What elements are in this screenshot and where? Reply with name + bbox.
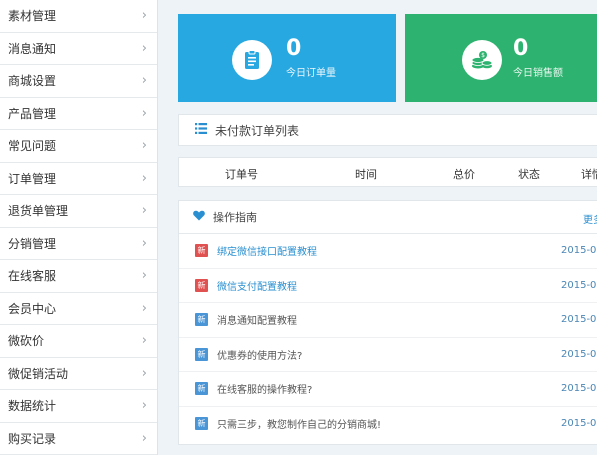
sidebar-item-label: 微促销活动 — [8, 366, 69, 381]
chevron-right-icon: › — [141, 73, 147, 89]
guide-item-date: 2015-06 — [561, 245, 597, 257]
column-order-number: 订单号 — [225, 168, 258, 181]
new-badge: 新 — [195, 417, 208, 431]
chevron-right-icon: › — [141, 300, 147, 316]
unpaid-orders-panel: 未付款订单列表 — [178, 114, 597, 146]
guide-item-date: 2015-06 — [561, 279, 597, 291]
guide-item[interactable]: 新 微信支付配置教程 2015-06 — [179, 269, 597, 303]
sidebar-item-label: 产品管理 — [8, 106, 57, 121]
guide-item-link[interactable]: 只需三步，教您制作自己的分销商城! — [217, 416, 381, 431]
guide-item[interactable]: 新 在线客服的操作教程? 2015-06 — [179, 372, 597, 407]
chevron-right-icon: › — [141, 8, 147, 24]
sidebar-item-orders[interactable]: 订单管理 › — [0, 163, 157, 195]
guide-item-date: 2015-06 — [561, 314, 597, 326]
more-link[interactable]: 更多 — [583, 211, 597, 226]
guide-item-date: 2015-06 — [561, 418, 597, 430]
sidebar-item-mall-settings[interactable]: 商城设置 › — [0, 65, 157, 98]
sidebar-item-distribution[interactable]: 分销管理 › — [0, 228, 157, 260]
orders-table: 订单号 时间 总价 状态 详情 — [178, 157, 597, 187]
sidebar-item-label: 购买记录 — [8, 431, 57, 446]
chevron-right-icon: › — [141, 430, 147, 446]
heart-icon — [193, 210, 205, 224]
guide-item-link[interactable]: 消息通知配置教程 — [217, 312, 297, 327]
chevron-right-icon: › — [141, 268, 147, 284]
sidebar-item-label: 在线客服 — [8, 269, 57, 284]
sidebar-item-label: 数据统计 — [8, 399, 57, 414]
new-badge: 新 — [195, 313, 208, 327]
sidebar-item-label: 素材管理 — [8, 9, 57, 24]
sidebar-item-bargain[interactable]: 微砍价 › — [0, 325, 157, 358]
coins-icon: $ — [462, 40, 502, 80]
clipboard-icon — [232, 40, 272, 80]
column-status: 状态 — [518, 168, 540, 181]
today-sales-label: 今日销售额 — [513, 68, 563, 79]
guide-item-link[interactable]: 微信支付配置教程 — [217, 278, 297, 293]
chevron-right-icon: › — [141, 40, 147, 56]
unpaid-orders-title: 未付款订单列表 — [215, 123, 300, 138]
chevron-right-icon: › — [141, 170, 147, 186]
guide-item[interactable]: 新 消息通知配置教程 2015-06 — [179, 303, 597, 338]
chevron-right-icon: › — [141, 203, 147, 219]
column-total: 总价 — [453, 168, 475, 181]
guide-header: 操作指南 更多 — [179, 201, 597, 234]
guide-item-link[interactable]: 绑定微信接口配置教程 — [217, 243, 317, 258]
guide-item[interactable]: 新 优惠券的使用方法? 2015-06 — [179, 338, 597, 372]
chevron-right-icon: › — [141, 105, 147, 121]
sidebar: 素材管理 › 消息通知 › 商城设置 › 产品管理 › 常见问题 › 订单管理 … — [0, 0, 158, 455]
guide-item-link[interactable]: 优惠券的使用方法? — [217, 347, 302, 362]
list-icon — [195, 123, 207, 137]
today-orders-label: 今日订单量 — [286, 68, 336, 79]
new-badge: 新 — [195, 382, 208, 396]
chevron-right-icon: › — [141, 365, 147, 381]
sidebar-item-label: 常见问题 — [8, 139, 57, 154]
guide-panel: 操作指南 更多 新 绑定微信接口配置教程 2015-06 新 微信支付配置教程 … — [178, 200, 597, 445]
chevron-right-icon: › — [141, 333, 147, 349]
new-badge: 新 — [195, 347, 208, 361]
sidebar-item-faq[interactable]: 常见问题 › — [0, 130, 157, 163]
sidebar-item-label: 商城设置 — [8, 74, 57, 89]
guide-title: 操作指南 — [213, 211, 257, 224]
orders-table-header: 订单号 时间 总价 状态 详情 — [179, 158, 597, 188]
sidebar-item-notifications[interactable]: 消息通知 › — [0, 33, 157, 65]
guide-item[interactable]: 新 绑定微信接口配置教程 2015-06 — [179, 234, 597, 269]
stats-row: 0 今日订单量 $ 0 今日销售额 — [178, 14, 597, 102]
new-badge: 新 — [195, 278, 208, 292]
sidebar-item-label: 分销管理 — [8, 236, 57, 251]
guide-item-link[interactable]: 在线客服的操作教程? — [217, 381, 312, 396]
guide-item[interactable]: 新 只需三步，教您制作自己的分销商城! 2015-06 — [179, 407, 597, 442]
column-details: 详情 — [581, 168, 597, 181]
main-content: 0 今日订单量 $ 0 今日销售额 未付款订单列表 订单号 时间 总价 状态 详… — [158, 0, 597, 455]
sidebar-item-label: 会员中心 — [8, 301, 57, 316]
today-sales-value: 0 — [513, 36, 529, 61]
sidebar-item-label: 订单管理 — [8, 171, 57, 186]
chevron-right-icon: › — [141, 138, 147, 154]
sidebar-item-promotions[interactable]: 微促销活动 › — [0, 358, 157, 390]
sidebar-item-purchases[interactable]: 购买记录 › — [0, 423, 157, 455]
sidebar-item-label: 退货单管理 — [8, 204, 69, 219]
sidebar-item-label: 微砍价 — [8, 334, 45, 349]
today-sales-card[interactable]: $ 0 今日销售额 — [405, 14, 597, 102]
column-time: 时间 — [355, 168, 377, 181]
sidebar-item-members[interactable]: 会员中心 › — [0, 293, 157, 325]
sidebar-item-materials[interactable]: 素材管理 › — [0, 0, 157, 33]
chevron-right-icon: › — [141, 398, 147, 414]
sidebar-item-products[interactable]: 产品管理 › — [0, 98, 157, 130]
svg-text:$: $ — [481, 52, 485, 59]
today-orders-card[interactable]: 0 今日订单量 — [178, 14, 396, 102]
today-orders-value: 0 — [286, 36, 302, 61]
chevron-right-icon: › — [141, 235, 147, 251]
guide-item-date: 2015-06 — [561, 383, 597, 395]
sidebar-item-label: 消息通知 — [8, 41, 57, 56]
new-badge: 新 — [195, 244, 208, 258]
sidebar-item-online-service[interactable]: 在线客服 › — [0, 260, 157, 293]
sidebar-item-statistics[interactable]: 数据统计 › — [0, 390, 157, 423]
guide-item-date: 2015-06 — [561, 348, 597, 360]
sidebar-item-returns[interactable]: 退货单管理 › — [0, 195, 157, 228]
